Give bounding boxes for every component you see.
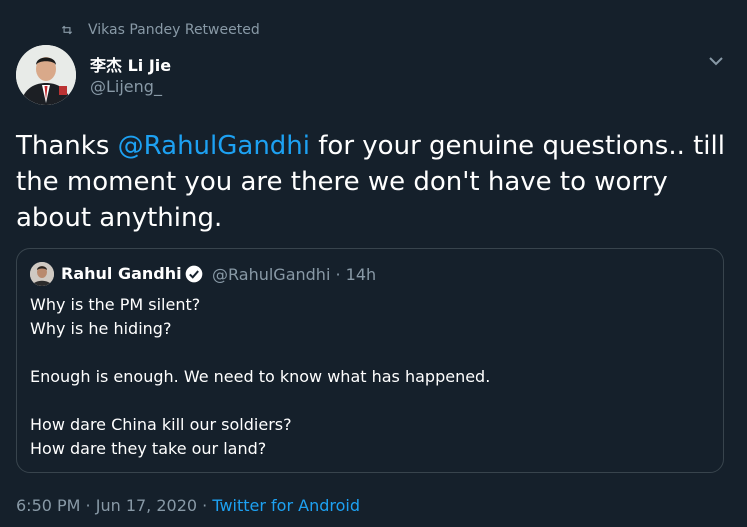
tweet-text-before: Thanks (16, 131, 118, 161)
quoted-line: Why is he hiding? (30, 319, 172, 338)
line-break (30, 389, 710, 413)
more-options-button[interactable] (704, 50, 728, 72)
quoted-line: How dare they take our land? (30, 439, 267, 458)
tweet-source-link[interactable]: Twitter for Android (212, 496, 360, 515)
quoted-line: Why is the PM silent? (30, 295, 201, 314)
tweet-text: Thanks @RahulGandhi for your genuine que… (16, 128, 736, 236)
author-name[interactable]: 李杰 Li Jie (90, 52, 171, 76)
tweet-metadata: 6:50 PM · Jun 17, 2020 · Twitter for And… (16, 496, 360, 515)
chevron-down-icon (709, 57, 723, 66)
author-avatar[interactable] (16, 45, 76, 105)
tweet-timestamp[interactable]: 6:50 PM · Jun 17, 2020 · (16, 496, 212, 515)
quoted-line: How dare China kill our soldiers? (30, 415, 292, 434)
mention-link[interactable]: @RahulGandhi (118, 131, 310, 161)
quoted-line: Enough is enough. We need to know what h… (30, 367, 491, 386)
author-avatar-image (16, 45, 76, 105)
line-break (30, 341, 710, 365)
retweet-label[interactable]: Vikas Pandey Retweeted (88, 22, 260, 38)
quoted-tweet-card[interactable]: Rahul Gandhi @RahulGandhi · 14h Why is t… (16, 248, 724, 473)
quoted-avatar[interactable] (30, 262, 54, 286)
retweet-icon (61, 25, 73, 35)
quoted-handle-time: @RahulGandhi · 14h (212, 265, 377, 284)
verified-badge-icon (185, 265, 203, 283)
author-handle[interactable]: @Lijeng_ (90, 77, 162, 96)
quoted-author-name[interactable]: Rahul Gandhi (61, 264, 182, 283)
quoted-tweet-text: Why is the PM silent? Why is he hiding? … (30, 293, 710, 461)
quoted-avatar-image (30, 262, 54, 286)
